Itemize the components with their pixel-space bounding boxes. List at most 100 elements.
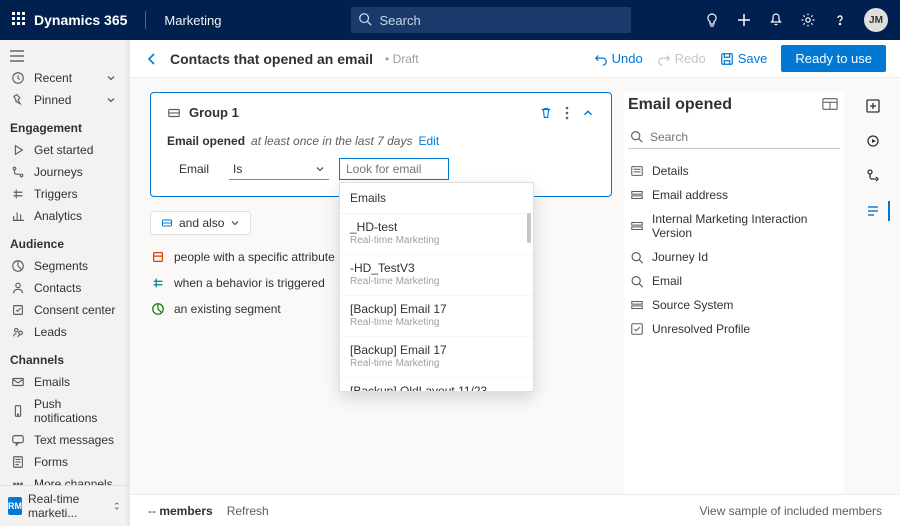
- right-rail: [856, 92, 890, 494]
- rail-settings-icon[interactable]: [865, 133, 881, 152]
- segment-icon: [150, 301, 166, 317]
- help-icon[interactable]: [832, 12, 848, 28]
- nav-forms[interactable]: Forms: [0, 451, 129, 473]
- dropdown-item[interactable]: _HD-testReal-time Marketing: [340, 214, 533, 255]
- panel-search-input[interactable]: [628, 126, 840, 149]
- prop-interaction-version[interactable]: Internal Marketing Interaction Version: [624, 207, 844, 245]
- behavior-icon: [150, 275, 166, 291]
- bell-icon[interactable]: [768, 12, 784, 28]
- panel-title: Email opened: [628, 96, 732, 114]
- lightbulb-icon[interactable]: [704, 12, 720, 28]
- dropdown-header: Emails: [340, 183, 533, 214]
- collapse-button[interactable]: [581, 106, 595, 120]
- chevron-down-icon: [103, 95, 119, 105]
- area-label: Real-time marketi...: [28, 492, 107, 520]
- prop-details[interactable]: Details: [624, 159, 844, 183]
- save-button[interactable]: Save: [720, 51, 768, 66]
- nav-label: Text messages: [34, 433, 114, 447]
- nav-label: Consent center: [34, 303, 115, 317]
- footer-bar: -- members Refresh View sample of includ…: [130, 494, 900, 526]
- nav-label: Triggers: [34, 187, 78, 201]
- chevron-down-icon: [103, 73, 119, 83]
- refresh-link[interactable]: Refresh: [227, 504, 269, 518]
- rail-flow-icon[interactable]: [865, 168, 881, 187]
- hamburger-icon[interactable]: [0, 46, 129, 67]
- edit-link[interactable]: Edit: [418, 134, 439, 148]
- email-dropdown: Emails _HD-testReal-time Marketing -HD_T…: [339, 182, 534, 392]
- plus-icon[interactable]: [736, 12, 752, 28]
- nav-section-channels: Channels: [0, 343, 129, 371]
- nav-journeys[interactable]: Journeys: [0, 161, 129, 183]
- command-bar: Contacts that opened an email • Draft Un…: [130, 40, 900, 78]
- rail-elements-icon[interactable]: [865, 203, 881, 222]
- nav-label: Journeys: [34, 165, 83, 179]
- status-badge: • Draft: [385, 52, 419, 66]
- nav-analytics[interactable]: Analytics: [0, 205, 129, 227]
- undo-button[interactable]: Undo: [594, 51, 643, 66]
- operator-select[interactable]: Is: [229, 159, 329, 180]
- attribute-icon: [150, 249, 166, 265]
- nav-emails[interactable]: Emails: [0, 371, 129, 393]
- nav-more-channels[interactable]: More channels: [0, 473, 129, 485]
- more-button[interactable]: [565, 106, 569, 120]
- prop-source-system[interactable]: Source System: [624, 293, 844, 317]
- prop-unresolved-profile[interactable]: Unresolved Profile: [624, 317, 844, 341]
- nav-label: Leads: [34, 325, 67, 339]
- left-nav: Recent Pinned Engagement Get started Jou…: [0, 40, 130, 526]
- search-icon: [358, 12, 372, 26]
- nav-push[interactable]: Push notifications: [0, 393, 129, 429]
- members-count: -- members: [148, 504, 213, 518]
- nav-leads[interactable]: Leads: [0, 321, 129, 343]
- dropdown-item[interactable]: -HD_TestV3Real-time Marketing: [340, 255, 533, 296]
- nav-triggers[interactable]: Triggers: [0, 183, 129, 205]
- chevron-down-icon: [230, 218, 240, 228]
- nav-label: Segments: [34, 259, 88, 273]
- nav-label: Push notifications: [34, 397, 119, 425]
- nav-label: Contacts: [34, 281, 81, 295]
- app-name: Dynamics 365: [34, 12, 127, 28]
- nav-contacts[interactable]: Contacts: [0, 277, 129, 299]
- redo-button[interactable]: Redo: [657, 51, 706, 66]
- nav-recent[interactable]: Recent: [0, 67, 129, 89]
- nav-pinned[interactable]: Pinned: [0, 89, 129, 111]
- nav-get-started[interactable]: Get started: [0, 139, 129, 161]
- waffle-icon[interactable]: [12, 12, 26, 29]
- field-label: Email: [179, 162, 219, 176]
- group-label: Group 1: [189, 105, 239, 120]
- dropdown-item[interactable]: [Backup] Email 17Real-time Marketing: [340, 337, 533, 378]
- gear-icon[interactable]: [800, 12, 816, 28]
- view-sample-link[interactable]: View sample of included members: [699, 504, 882, 518]
- prop-email-address[interactable]: Email address: [624, 183, 844, 207]
- nav-label: Analytics: [34, 209, 82, 223]
- email-lookup-input[interactable]: [339, 158, 449, 180]
- dropdown-item[interactable]: [Backup] Email 17Real-time Marketing: [340, 296, 533, 337]
- scrollbar[interactable]: [527, 213, 531, 243]
- rail-add-icon[interactable]: [865, 98, 881, 117]
- nav-label: More channels: [34, 477, 113, 485]
- and-also-button[interactable]: and also: [150, 211, 251, 235]
- page-title: Contacts that opened an email: [170, 51, 373, 67]
- ready-to-use-button[interactable]: Ready to use: [781, 45, 886, 72]
- back-button[interactable]: [144, 51, 160, 67]
- nav-label: Emails: [34, 375, 70, 389]
- form-icon[interactable]: [822, 97, 838, 114]
- prop-email[interactable]: Email: [624, 269, 844, 293]
- global-search-input[interactable]: [351, 7, 631, 33]
- dropdown-item[interactable]: [Backup] OldLayout 11/23Real-time Market…: [340, 378, 533, 392]
- area-badge: RM: [8, 497, 22, 515]
- condition-attribute: Email opened: [167, 134, 245, 148]
- nav-consent[interactable]: Consent center: [0, 299, 129, 321]
- properties-panel: Email opened Details Email address Inter…: [624, 92, 844, 494]
- avatar[interactable]: JM: [864, 8, 888, 32]
- area-switcher[interactable]: RM Real-time marketi...: [0, 485, 129, 526]
- chevron-down-icon: [315, 164, 325, 174]
- prop-journey-id[interactable]: Journey Id: [624, 245, 844, 269]
- nav-texts[interactable]: Text messages: [0, 429, 129, 451]
- nav-section-engagement: Engagement: [0, 111, 129, 139]
- delete-button[interactable]: [539, 106, 553, 120]
- module-name: Marketing: [164, 13, 221, 28]
- group-icon: [167, 106, 181, 120]
- top-nav-bar: Dynamics 365 Marketing JM: [0, 0, 900, 40]
- nav-segments[interactable]: Segments: [0, 255, 129, 277]
- group-card: Group 1 Email opened at least once in th…: [150, 92, 612, 197]
